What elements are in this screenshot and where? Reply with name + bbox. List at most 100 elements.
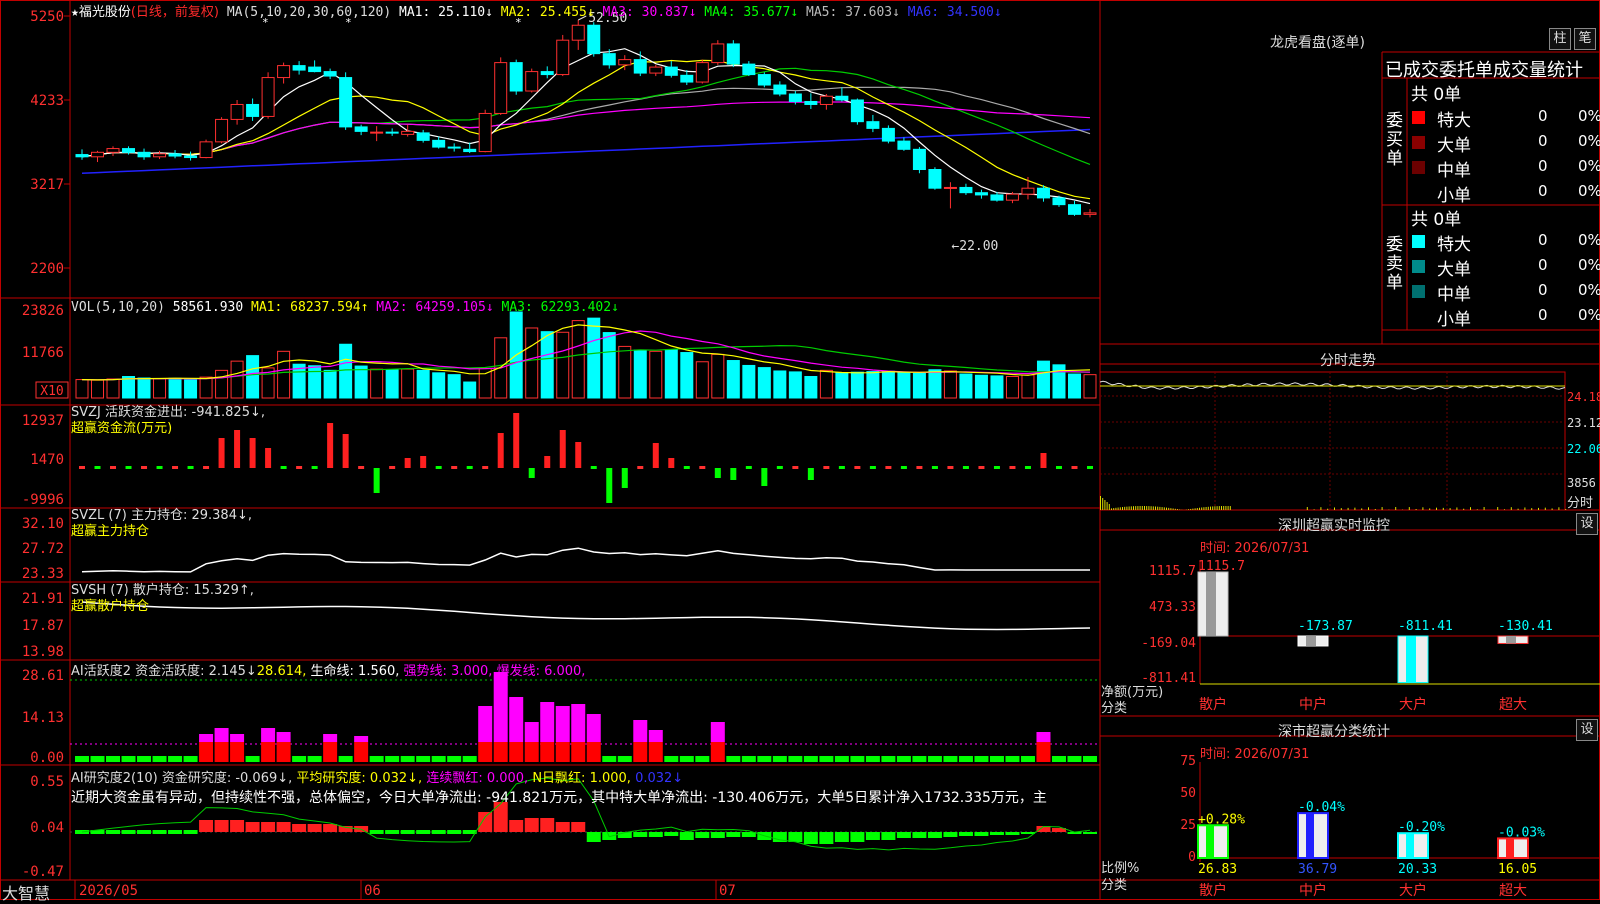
fundflow-dot [451,466,457,469]
volume-bar [588,318,600,398]
fundflow-dot [141,466,147,469]
candle-body [1053,198,1065,205]
vol-axis-label: 23826 [22,303,64,319]
fundflow-bar [265,448,271,468]
ai-active-bar-top [509,697,523,742]
period-label[interactable]: (日线，前复权) [131,5,219,20]
candle-body [960,187,972,192]
fundflow-dot [746,466,752,469]
brand-label[interactable]: 大智慧 [2,880,50,904]
ai-active-bar-top [556,706,570,742]
volume-bar [929,370,941,398]
sell-side-label: 委卖单 [1386,236,1406,293]
volume-bar [1037,361,1049,398]
intraday-vol-bar [1484,507,1485,510]
svzj-legend: SVZJ 活跃资金进出: -941.825↓, 超赢资金流(万元) [71,405,265,437]
fundflow-dot [157,466,163,469]
bar-mode-button[interactable]: 柱 [1549,28,1571,50]
candle-body [154,154,166,157]
ma4-legend: MA4: 35.677↓ [696,5,798,20]
sell-row[interactable]: 特大00% [1410,230,1600,252]
buy-row-name: 大单 [1437,131,1471,156]
sell-row[interactable]: 小单00% [1410,305,1600,327]
ai-research-comment: 近期大资金虽有异动，但持续性不强，总体偏空，今日大单净流出: -941.821万… [71,787,1096,805]
ai-active-v3: 生命线: 1.560, [311,664,400,679]
monitor-settings-button[interactable]: 设 [1576,513,1598,535]
buy-row[interactable]: 特大00% [1410,106,1600,128]
ai-research-dot [432,830,446,834]
svsh-label[interactable]: SVSH (7) 散户持仓: 15.329↑, [71,583,254,599]
intraday-vol-bar [1142,506,1143,510]
svzj-label[interactable]: SVZJ 活跃资金进出: -941.825↓, [71,405,265,421]
intraday-vol-bar [1157,507,1158,510]
intraday-vol-bar [1197,508,1198,510]
volume-bar [991,376,1003,398]
classify-bar-shade [1506,838,1514,858]
fundflow-dot [591,466,597,469]
sell-row-name: 大单 [1437,255,1471,280]
ai-research-bar [928,832,942,838]
monitor-xlabel: 分类 [1101,697,1127,716]
ai-active-label[interactable]: AI活跃度2 资金活跃度: 2.145↓ [71,664,257,679]
ai-research-bar [1021,832,1035,834]
ai-research-label[interactable]: AI研究度2(10) 资金研究度: -0.069↓, [71,771,292,786]
candle-body [1068,205,1080,215]
buy-row[interactable]: 大单00% [1410,131,1600,153]
price-axis-label: 2200 [30,261,64,277]
ai-research-dot [168,830,182,834]
ai-active-bar-low [618,756,632,762]
main-chart-area[interactable]: 52504233321722002382611766X10129371470-9… [0,0,1600,900]
intraday-vol-bar [1206,507,1207,510]
buy-side-label: 委买单 [1386,112,1406,169]
volume-bar [913,373,925,398]
fundflow-dot [482,466,488,469]
ai-research-bar [711,832,725,838]
intraday-vol-bar [1153,506,1154,510]
classify-settings-button[interactable]: 设 [1576,719,1598,741]
classify-value-label: 26.83 [1198,862,1237,877]
price-axis-label: 3217 [30,177,64,193]
vol-ma1-legend: MA1: 68237.594↑ [251,300,368,315]
tick-mode-button[interactable]: 笔 [1574,28,1596,50]
ai-active-bar-low [742,756,756,762]
intraday-vol-bar [1463,509,1464,510]
buy-row[interactable]: 小单00% [1410,181,1600,203]
sell-row[interactable]: 中单00% [1410,280,1600,302]
candle-body [1006,194,1018,200]
intraday-vol-bar [1168,508,1169,510]
intraday-vol-bar [1221,506,1222,510]
classify-change-label: -0.20% [1398,820,1445,835]
monitor-title: 深圳超赢实时监控 [1278,515,1390,535]
ma-spec[interactable]: MA(5,10,20,30,60,120) [227,5,391,20]
fundflow-bar [575,442,581,468]
volume-bar [464,382,476,398]
buy-color-swatch [1412,186,1425,199]
buy-row[interactable]: 中单00% [1410,156,1600,178]
candle-body [402,131,414,134]
fundflow-bar [715,468,721,478]
svzl-label[interactable]: SVZL (7) 主力持仓: 29.384↓, [71,508,252,524]
ai-research-bar [323,824,337,832]
ai-active-bar-base [525,742,539,762]
ai-research-bar [959,832,973,836]
sell-row-name: 特大 [1437,230,1471,255]
svzl-axis-label: 32.10 [22,516,64,532]
ai-research-dot [122,830,136,834]
ma2-legend: MA2: 25.455↓ [493,5,595,20]
buy-row-name: 中单 [1437,156,1471,181]
ai-active-bar-low [680,756,694,762]
intraday-vol-bar [1118,508,1119,510]
svzl-axis-label: 27.72 [22,541,64,557]
volume-bar [634,350,646,398]
ai-active-bar-top [215,728,229,742]
svzl-legend: SVZL (7) 主力持仓: 29.384↓, 超赢主力持仓 [71,508,252,540]
ai-active-bar-base [199,742,213,762]
stock-name[interactable]: 福光股份 [79,5,131,20]
ai-active-bar-base [261,742,275,762]
ma3-legend: MA3: 30.837↓ [595,5,697,20]
sell-row[interactable]: 大单00% [1410,255,1600,277]
volume-bar [247,356,259,398]
ai-active-bar-top [478,706,492,742]
vol-label[interactable]: VOL(5,10,20) [71,300,165,315]
ai-active-bar-top [587,714,601,742]
